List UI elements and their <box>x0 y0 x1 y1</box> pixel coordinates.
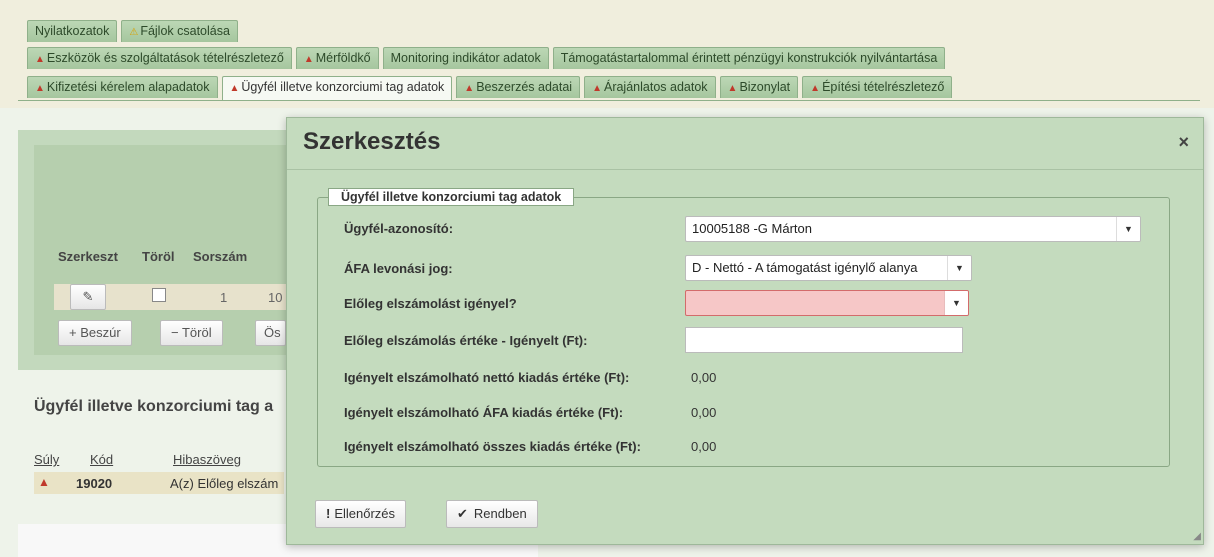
error-text: A(z) Előleg elszám <box>170 476 279 491</box>
tab-row3-5[interactable]: ▲ Építési tételrészletező <box>802 76 953 98</box>
insert-button[interactable]: + Beszúr <box>58 320 132 346</box>
total-amount-value: 0,00 <box>691 439 717 454</box>
checkmark-icon: ✔ <box>457 506 468 521</box>
warning-icon: ▲ <box>727 83 738 94</box>
warning-icon: ▲ <box>464 83 475 94</box>
delete-row-checkbox[interactable] <box>152 288 166 302</box>
ok-button[interactable]: ✔ Rendben <box>446 500 538 528</box>
warning-icon: ▲ <box>229 83 240 94</box>
tab-row3-1[interactable]: ▲ Ügyfél illetve konzorciumi tag adatok <box>221 76 453 100</box>
tab-row-3: ▲ Kifizetési kérelem alapadatok ▲ Ügyfél il… <box>27 76 956 100</box>
tab-label: Támogatástartalommal érintett pénzügyi k… <box>560 51 938 65</box>
warning-icon: ▲ <box>592 83 602 94</box>
error-header-weight[interactable]: Súly <box>34 452 59 467</box>
net-amount-value: 0,00 <box>691 370 717 385</box>
close-icon[interactable]: × <box>1178 132 1189 153</box>
error-code: 19020 <box>76 476 113 491</box>
warning-icon: ▲ <box>303 54 314 65</box>
exclamation-icon: ! <box>326 506 331 521</box>
edit-dialog: Szerkesztés × Ügyfél illetve konzorciumi… <box>286 117 1204 545</box>
vat-amount-label: Igényelt elszámolható ÁFA kiadás értéke … <box>344 405 624 420</box>
ok-button-label: Rendben <box>473 506 527 521</box>
tab-row2-2[interactable]: Monitoring indikátor adatok <box>382 47 549 69</box>
error-header-code[interactable]: Kód <box>90 452 113 467</box>
check-button[interactable]: ! Ellenőrzés <box>315 500 407 528</box>
tab-label: Ügyfél illetve konzorciumi tag adatok <box>241 80 445 94</box>
tab-row3-2[interactable]: ▲ Beszerzés adatai <box>456 76 581 98</box>
chevron-down-icon: ▼ <box>947 256 971 280</box>
partial-button[interactable]: Ös <box>255 320 286 346</box>
edit-row-button[interactable]: ✎ <box>70 284 106 310</box>
tab-label: Monitoring indikátor adatok <box>390 51 541 65</box>
tab-row-2: ▲ Eszközök és szolgáltatások tételrészlet… <box>27 47 949 69</box>
warning-icon: ▲ <box>35 83 45 94</box>
fieldset-legend: Ügyfél illetve konzorciumi tag adatok <box>328 188 575 206</box>
advance-amount-input[interactable] <box>685 327 963 353</box>
vat-right-select[interactable]: D - Nettó - A támogatást igénylő alanya … <box>685 255 972 281</box>
vat-amount-value: 0,00 <box>691 405 717 420</box>
tab-label: Bizonylat <box>739 80 791 94</box>
tab-label: Beszerzés adatai <box>476 80 573 94</box>
grid-header-number: Sorszám <box>193 249 248 264</box>
row-partial-cell: 10 <box>268 290 283 305</box>
tab-divider <box>18 100 1200 101</box>
tab-bar: Nyilatkozatok ⚠ Fájlok csatolása ▲ Eszközök… <box>0 0 1214 108</box>
advance-label: Előleg elszámolást igényel? <box>344 296 517 311</box>
tab-row-1: Nyilatkozatok ⚠ Fájlok csatolása <box>27 20 242 42</box>
vat-right-label: ÁFA levonási jog: <box>344 261 453 276</box>
error-row: ▲ 19020 A(z) Előleg elszám <box>34 472 284 494</box>
chevron-down-icon: ▼ <box>944 291 968 315</box>
tab-label: Nyilatkozatok <box>35 24 110 38</box>
vat-right-value: D - Nettó - A támogatást igénylő alanya <box>692 260 918 275</box>
warning-icon: ▲ <box>810 83 821 94</box>
dialog-header: Szerkesztés × <box>287 118 1203 170</box>
grid-header-edit: Szerkeszt <box>58 249 118 264</box>
warning-icon: ▲ <box>38 475 50 489</box>
client-id-select[interactable]: 10005188 -G Márton ▼ <box>685 216 1141 242</box>
tab-row2-3[interactable]: Támogatástartalommal érintett pénzügyi k… <box>552 47 946 69</box>
tab-row2-1[interactable]: ▲ Mérföldkő <box>295 47 379 69</box>
total-amount-label: Igényelt elszámolható összes kiadás érté… <box>344 439 641 454</box>
advance-select[interactable]: ▼ <box>685 290 969 316</box>
tab-row3-0[interactable]: ▲ Kifizetési kérelem alapadatok <box>27 76 218 98</box>
dialog-title: Szerkesztés <box>303 128 441 155</box>
client-id-value: 10005188 -G Márton <box>692 221 812 236</box>
tab-label: Építési tételrészletező <box>822 80 945 94</box>
chevron-down-icon: ▼ <box>1116 217 1140 241</box>
tab-label: Mérföldkő <box>315 51 371 65</box>
tab-row3-4[interactable]: ▲ Bizonylat <box>719 76 799 98</box>
tab-row1-1[interactable]: ⚠ Fájlok csatolása <box>121 20 238 42</box>
net-amount-label: Igényelt elszámolható nettó kiadás érték… <box>344 370 630 385</box>
check-button-label: Ellenőrzés <box>334 506 396 521</box>
client-id-label: Ügyfél-azonosító: <box>344 221 454 236</box>
resize-handle-icon[interactable]: ◢ <box>1193 531 1201 542</box>
grid-header-delete: Töröl <box>142 249 175 264</box>
error-header-text[interactable]: Hibaszöveg <box>173 452 241 467</box>
tab-row2-0[interactable]: ▲ Eszközök és szolgáltatások tételrészlet… <box>27 47 292 69</box>
tab-row1-0[interactable]: Nyilatkozatok <box>27 20 118 42</box>
tab-label: Eszközök és szolgáltatások tételrészlete… <box>46 51 284 65</box>
section-title: Ügyfél illetve konzorciumi tag a <box>34 398 274 415</box>
info-icon: ⚠ <box>129 27 139 38</box>
tab-label: Fájlok csatolása <box>140 24 230 38</box>
advance-amount-label: Előleg elszámolás értéke - Igényelt (Ft)… <box>344 333 588 348</box>
delete-button[interactable]: − Töröl <box>160 320 223 346</box>
tab-row3-3[interactable]: ▲ Árajánlatos adatok <box>584 76 716 98</box>
row-number: 1 <box>220 290 228 305</box>
pencil-icon: ✎ <box>82 289 94 304</box>
tab-label: Kifizetési kérelem alapadatok <box>46 80 210 94</box>
warning-icon: ▲ <box>35 54 45 65</box>
tab-label: Árajánlatos adatok <box>603 80 708 94</box>
